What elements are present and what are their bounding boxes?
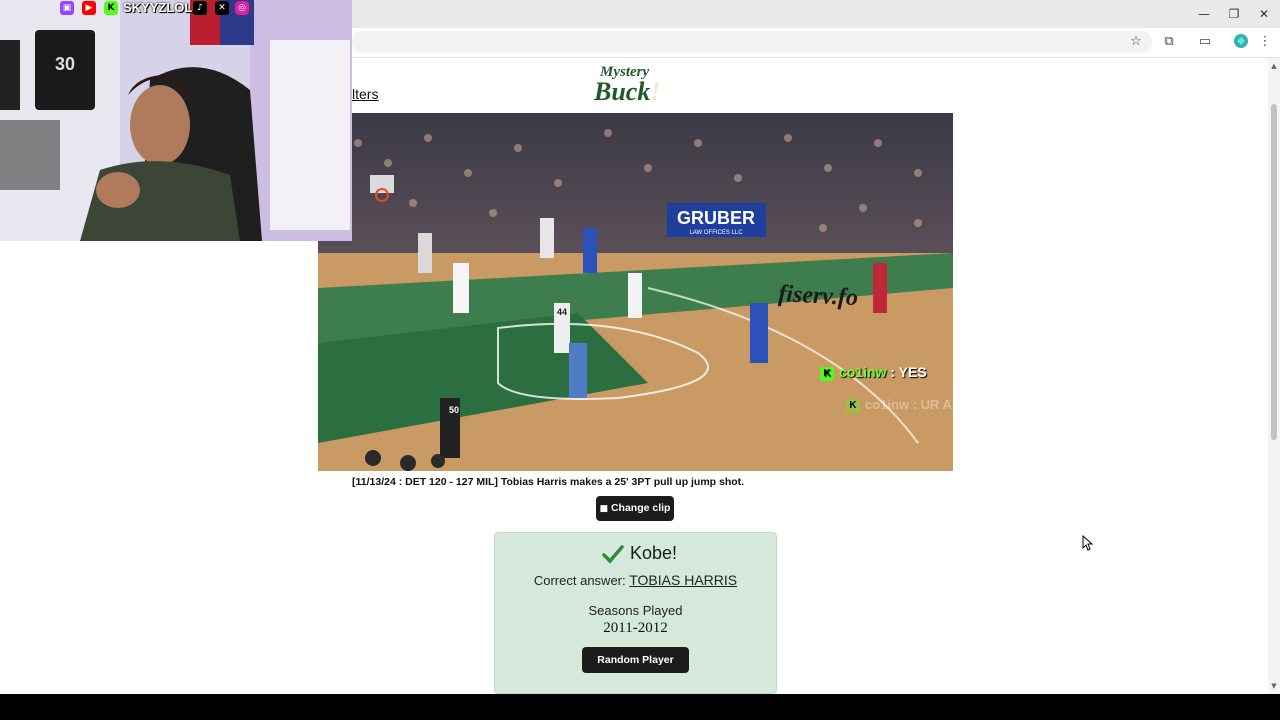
kick-icon: K	[104, 1, 118, 15]
video-player[interactable]: GRUBER LAW OFFICES LLC fiserv.fo 50 44	[318, 113, 953, 471]
close-window-button[interactable]: ✕	[1254, 4, 1274, 24]
twitch-icon: ▣	[60, 1, 74, 15]
scroll-up-arrow-icon[interactable]: ▲	[1268, 60, 1280, 72]
site-logo[interactable]: Mystery Buck!	[594, 64, 684, 108]
chat-username: co1inw	[865, 397, 910, 412]
clip-caption: [11/13/24 : DET 120 - 127 MIL] Tobias Ha…	[352, 476, 745, 488]
result-title: Kobe!	[630, 543, 678, 563]
restore-button[interactable]: ❐	[1224, 4, 1244, 24]
youtube-icon: ▶	[82, 1, 96, 15]
x-icon: ✕	[215, 1, 229, 15]
court-sponsor-text: fiserv.fo	[778, 281, 859, 311]
seasons-label: Seasons Played	[588, 603, 683, 618]
bookmark-star-icon[interactable]: ☆	[1127, 33, 1145, 51]
tiktok-icon: ♪	[193, 1, 207, 15]
svg-text:30: 30	[55, 54, 75, 74]
seasons-value: 2011-2012	[603, 620, 668, 636]
address-bar[interactable]	[352, 31, 1152, 53]
chat-text: UR A BITCH	[920, 397, 995, 412]
chat-text: YES	[898, 364, 927, 380]
extensions-icon[interactable]: ⧉	[1160, 33, 1178, 51]
browser-menu-icon[interactable]: ⋮	[1256, 33, 1274, 51]
correct-answer-row: Correct answer: TOBIAS HARRIS	[494, 572, 777, 588]
correct-answer-link[interactable]: TOBIAS HARRIS	[629, 572, 737, 588]
scroll-down-arrow-icon[interactable]: ▼	[1268, 680, 1280, 692]
game-clip-frame: GRUBER LAW OFFICES LLC fiserv.fo 50 44	[318, 113, 953, 471]
sponsor-text: GRUBER	[677, 208, 755, 228]
random-player-button[interactable]: Random Player	[582, 647, 689, 673]
cast-icon[interactable]: ▭	[1196, 33, 1214, 51]
streamer-webcam: 30 ▣ ▶ K SKYYZLOL ♪ ✕ ◎	[0, 0, 352, 241]
filters-link[interactable]: lters	[352, 86, 378, 102]
kick-badge-icon: K	[820, 367, 834, 381]
sponsor-subtext: LAW OFFICES LLC	[689, 230, 743, 236]
chat-message: Kco1inw : YES	[820, 364, 927, 381]
instagram-icon: ◎	[235, 1, 249, 15]
streamer-handle: SKYYZLOL	[123, 0, 193, 15]
checkmark-icon	[602, 543, 624, 567]
change-clip-label: Change clip	[610, 502, 671, 514]
minimize-button[interactable]: —	[1194, 4, 1214, 24]
referee-number: 50	[449, 405, 459, 415]
taskbar	[0, 694, 1280, 720]
mouse-cursor-icon	[1082, 534, 1094, 556]
chat-username: co1inw	[839, 364, 887, 380]
logo-bottom-text: Buck!	[594, 77, 661, 106]
scrollbar-thumb[interactable]	[1271, 104, 1277, 440]
video-camera-icon: ■	[599, 504, 609, 514]
player-number: 44	[557, 307, 567, 317]
correct-answer-label: Correct answer:	[533, 573, 626, 588]
chat-message: Kco1inw : UR A BITCH	[846, 397, 995, 413]
kick-badge-icon: K	[846, 399, 860, 413]
change-clip-button[interactable]: ■ Change clip	[596, 496, 674, 521]
profile-avatar-icon[interactable]	[1232, 33, 1250, 51]
